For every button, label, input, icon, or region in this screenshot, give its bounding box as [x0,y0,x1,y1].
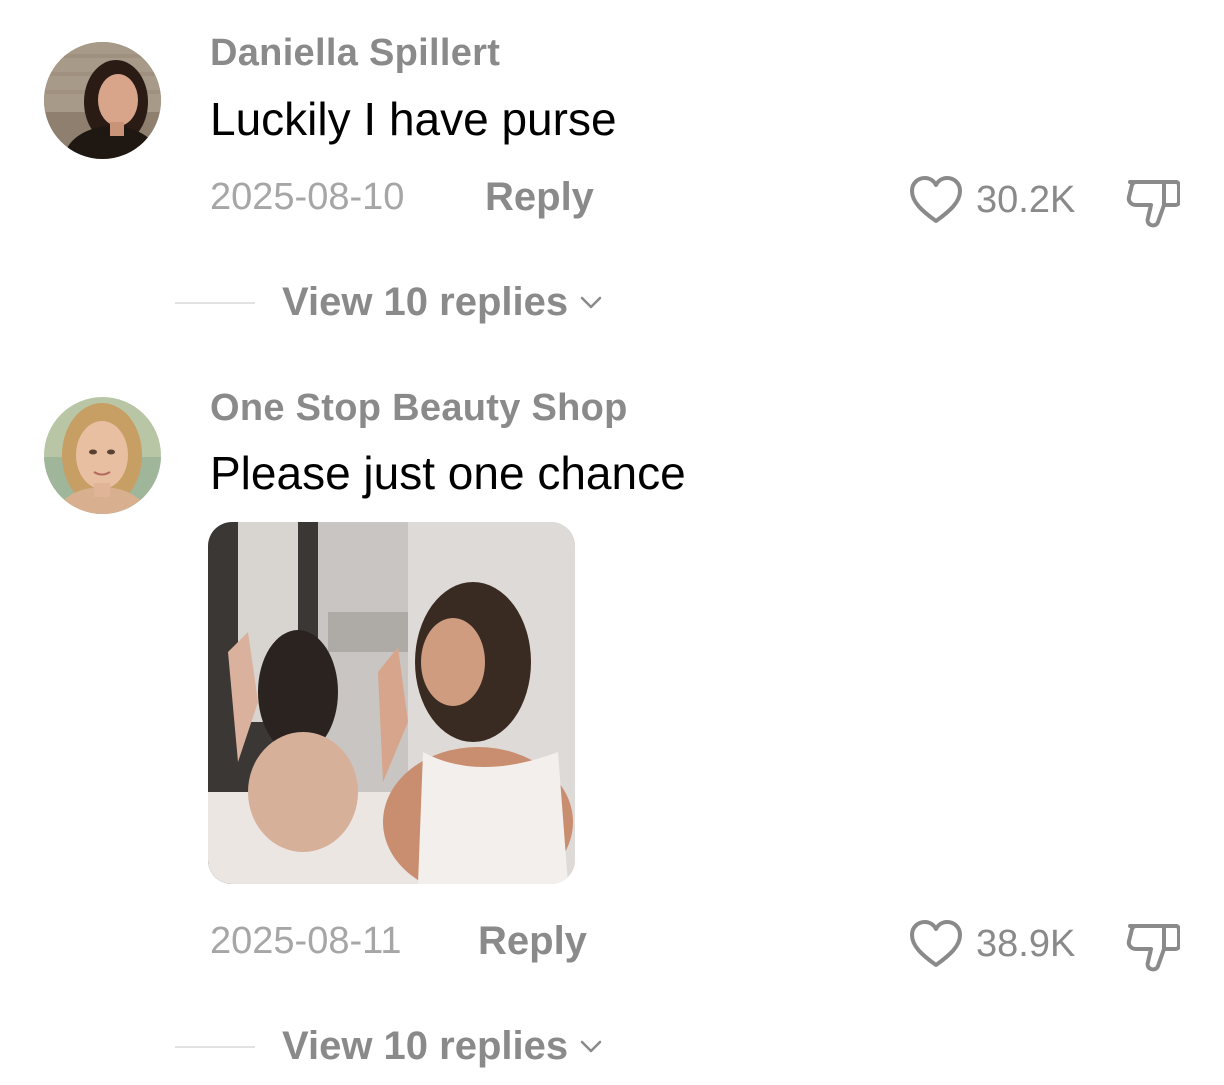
like-button[interactable]: 38.9K [908,918,1075,970]
chevron-down-icon [568,1040,602,1054]
dislike-button[interactable] [1124,174,1180,228]
like-count: 30.2K [976,178,1076,221]
attached-image[interactable] [208,522,575,884]
comment-date: 2025-08-10 [210,176,405,218]
thumbs-down-icon [1124,918,1180,972]
divider [175,301,255,304]
comment-username[interactable]: One Stop Beauty Shop [210,387,628,430]
heart-icon [908,174,964,226]
view-replies-label: View 10 replies [282,1024,569,1068]
comment-date: 2025-08-11 [210,920,402,962]
like-button[interactable]: 30.2K [908,174,1075,226]
comment-text: Please just one chance [210,447,686,499]
heart-icon [908,918,964,970]
view-replies-button[interactable]: View 10 replies [175,1024,602,1069]
dislike-button[interactable] [1124,918,1180,972]
view-replies-label: View 10 replies [282,280,569,324]
like-count: 38.9K [976,922,1076,965]
reply-button[interactable]: Reply [485,175,594,220]
avatar[interactable] [44,42,161,159]
reply-button[interactable]: Reply [478,919,587,964]
comment-username[interactable]: Daniella Spillert [210,32,500,75]
comment-text: Luckily I have purse [210,93,617,145]
thumbs-down-icon [1124,174,1180,228]
view-replies-button[interactable]: View 10 replies [175,280,602,325]
avatar[interactable] [44,397,161,514]
divider [175,1045,255,1048]
chevron-down-icon [568,296,602,310]
